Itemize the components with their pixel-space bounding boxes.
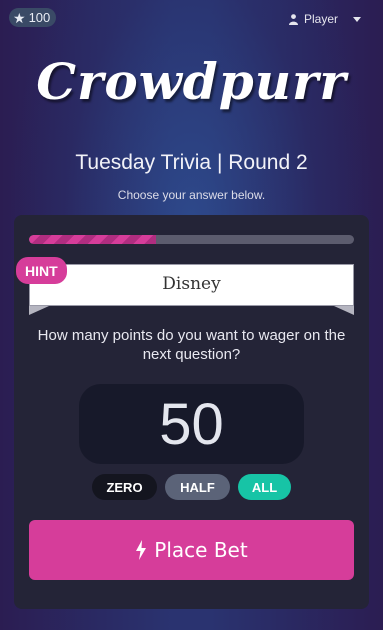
wager-display[interactable]: 50 <box>79 384 304 464</box>
hint-word: Disney <box>162 274 221 294</box>
zero-button[interactable]: ZERO <box>92 474 157 500</box>
place-bet-button[interactable]: Place Bet <box>29 520 354 580</box>
page-title: Tuesday Trivia | Round 2 <box>75 151 308 174</box>
user-menu[interactable]: Player <box>288 12 361 26</box>
wager-amount: 50 <box>159 391 224 457</box>
score-badge: ★ 100 <box>9 8 57 27</box>
chevron-down-icon[interactable] <box>353 16 361 22</box>
star-icon: ★ <box>13 9 26 26</box>
progress-fill <box>29 235 156 244</box>
logo: Crowdpurr <box>36 52 347 111</box>
hint-tag: HINT <box>16 257 67 284</box>
banner-fold-right <box>334 306 354 315</box>
user-label: Player <box>303 12 338 26</box>
score-value: 100 <box>28 10 51 25</box>
half-button[interactable]: HALF <box>165 474 230 500</box>
question-text: How many points do you want to wager on … <box>37 327 346 363</box>
banner-fold-left <box>29 306 49 315</box>
all-button[interactable]: ALL <box>238 474 291 500</box>
progress-bar <box>29 235 354 244</box>
person-icon <box>288 13 298 25</box>
hint-banner: Disney <box>29 264 354 306</box>
place-bet-label: Place Bet <box>154 538 248 562</box>
bolt-icon <box>136 540 147 560</box>
instruction-text: Choose your answer below. <box>117 188 266 202</box>
wager-card: Disney HINT How many points do you want … <box>14 215 369 609</box>
wager-presets: ZERO HALF ALL <box>14 474 369 500</box>
